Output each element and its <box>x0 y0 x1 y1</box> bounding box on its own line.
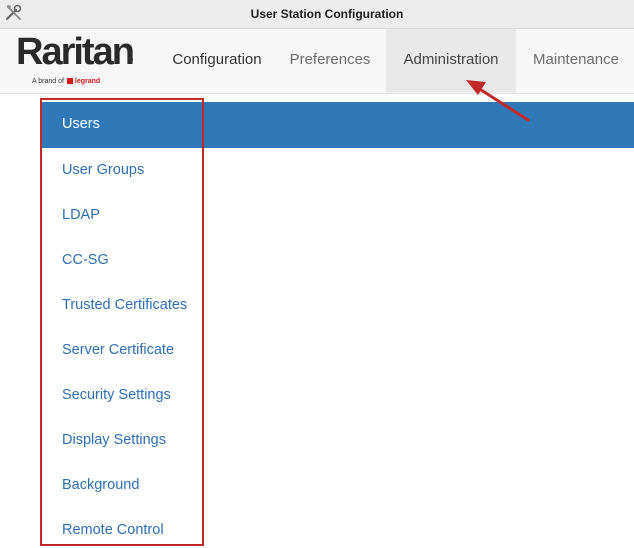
raritan-logo: Raritan ® A brand of legrand <box>16 33 138 93</box>
logo-word: Raritan <box>16 31 135 73</box>
tab-administration[interactable]: Administration <box>386 29 516 93</box>
logo-brand: legrand <box>74 78 101 85</box>
menu-item-ldap[interactable]: LDAP <box>62 207 100 223</box>
logo-tagline: A brand of legrand <box>32 78 100 85</box>
menu-item-security-settings[interactable]: Security Settings <box>62 387 171 403</box>
tab-preferences[interactable]: Preferences <box>280 29 380 93</box>
legrand-mark-icon <box>66 78 73 84</box>
header: Raritan ® A brand of legrand Configuratio… <box>0 29 634 94</box>
menu-item-users[interactable]: Users <box>62 116 100 132</box>
administration-menu: Users User Groups LDAP CC-SG Trusted Cer… <box>40 98 204 546</box>
tab-configuration[interactable]: Configuration <box>158 29 276 93</box>
menu-item-display-settings[interactable]: Display Settings <box>62 432 166 448</box>
logo-tagline-text: A brand of <box>32 78 64 85</box>
menu-item-cc-sg[interactable]: CC-SG <box>62 252 109 268</box>
logo-registered: ® <box>128 57 134 64</box>
menu-item-remote-control[interactable]: Remote Control <box>62 522 164 538</box>
window-title: User Station Configuration <box>250 7 404 21</box>
menu-item-trusted-certificates[interactable]: Trusted Certificates <box>62 297 187 313</box>
title-bar: User Station Configuration <box>0 0 634 29</box>
menu-item-background[interactable]: Background <box>62 477 139 493</box>
tab-maintenance[interactable]: Maintenance <box>520 29 632 93</box>
menu-item-server-certificate[interactable]: Server Certificate <box>62 342 174 358</box>
menu-item-user-groups[interactable]: User Groups <box>62 162 144 178</box>
